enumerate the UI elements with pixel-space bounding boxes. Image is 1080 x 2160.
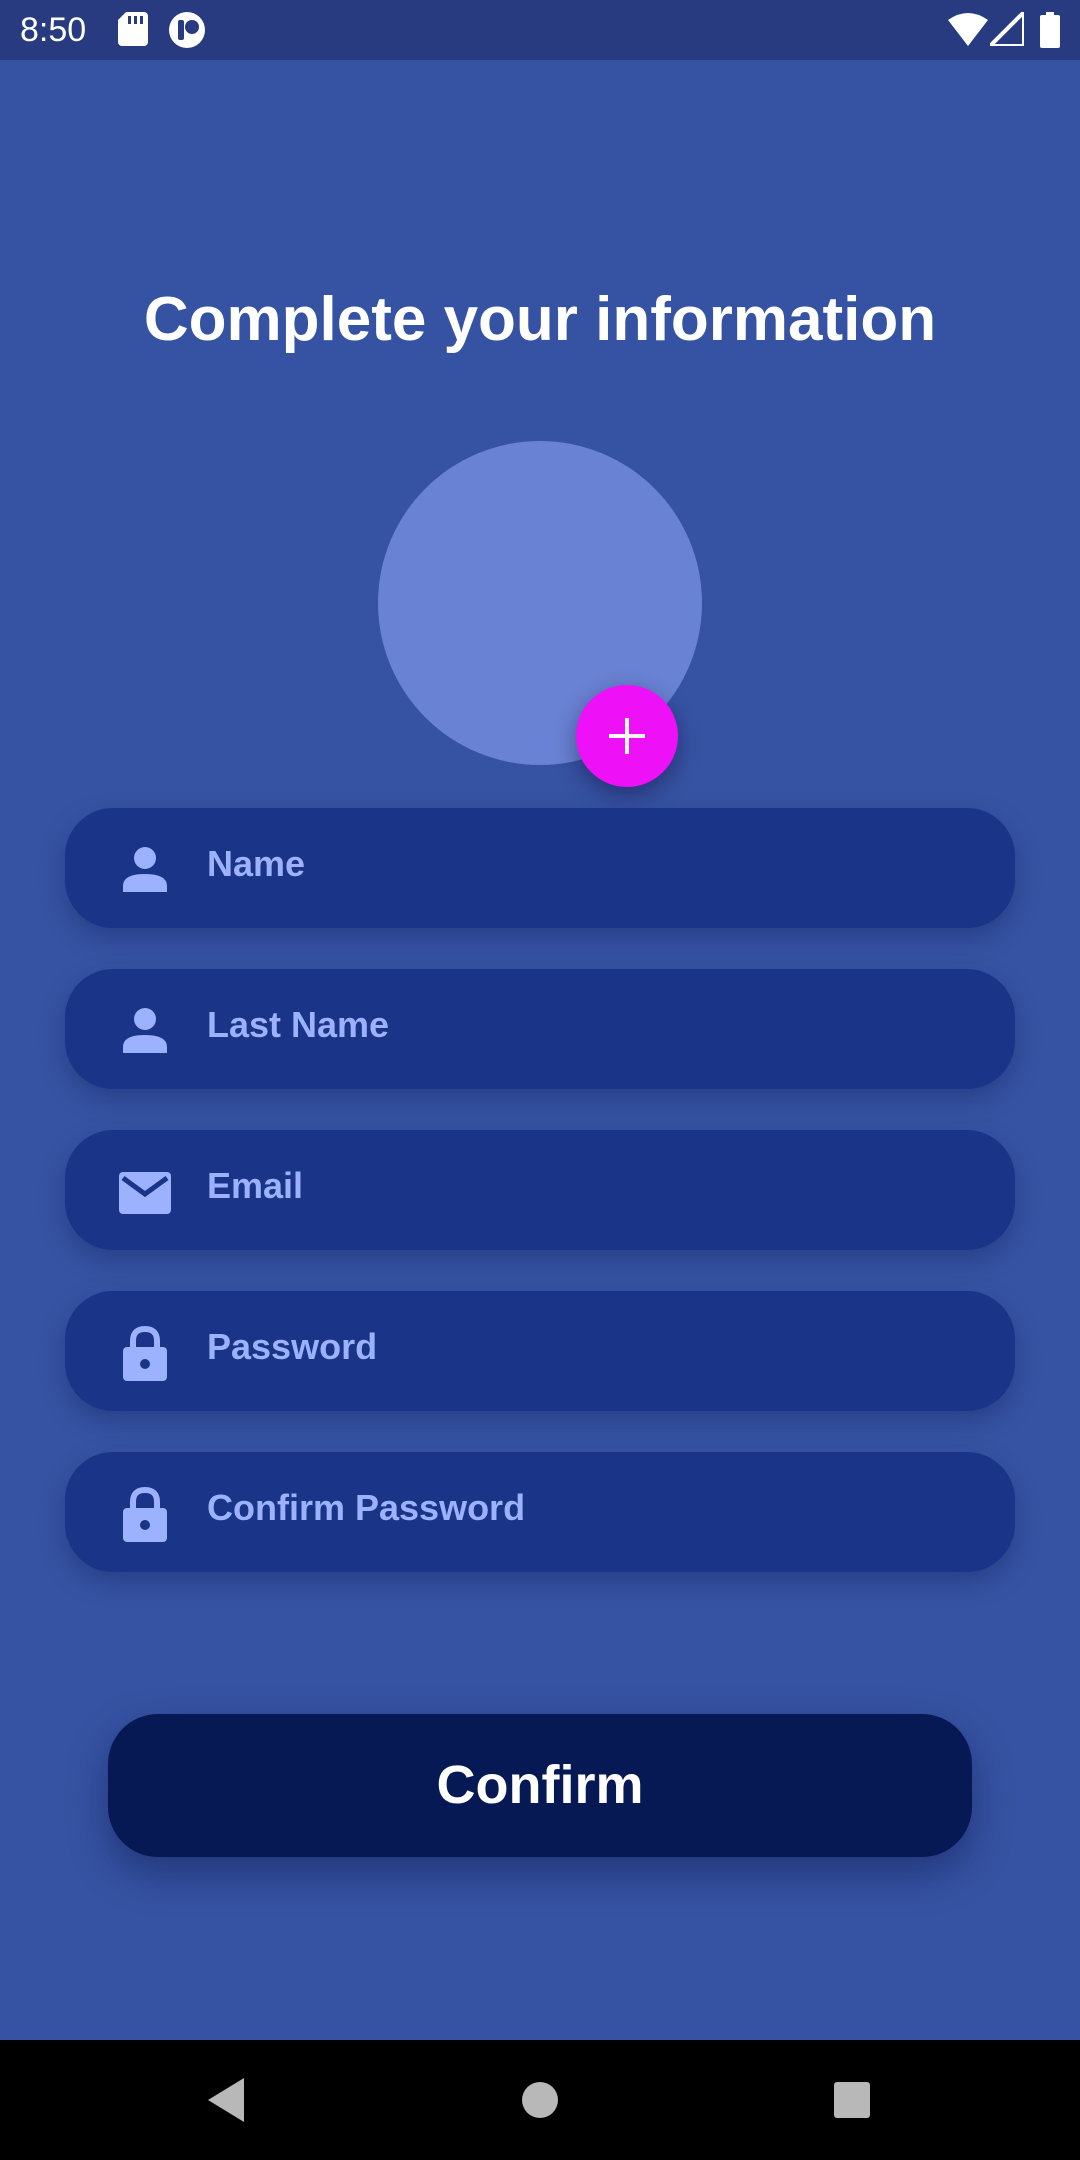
home-button[interactable]	[500, 2060, 580, 2140]
wifi-icon	[948, 12, 988, 51]
password-placeholder: Password	[207, 1326, 378, 1367]
confirm-button-label: Confirm	[436, 1755, 644, 1815]
last-name-placeholder: Last Name	[207, 1004, 390, 1045]
home-icon	[522, 2082, 558, 2118]
confirm-button[interactable]: Confirm	[108, 1714, 972, 1857]
last-name-field[interactable]: Last Name	[65, 969, 1015, 1089]
email-icon	[119, 1172, 171, 1214]
app-notification-icon	[168, 11, 206, 54]
navigation-bar	[0, 2040, 1080, 2160]
recents-icon	[834, 2082, 870, 2118]
status-bar: 8:50	[0, 0, 1080, 60]
name-placeholder: Name	[207, 843, 306, 884]
add-photo-button[interactable]	[576, 685, 678, 787]
lock-icon	[123, 1486, 167, 1542]
person-icon	[123, 847, 167, 892]
back-button[interactable]	[186, 2060, 266, 2140]
battery-icon	[1040, 12, 1060, 53]
cell-signal-icon	[985, 7, 1026, 51]
name-field[interactable]: Name	[65, 808, 1015, 928]
plus-icon	[609, 718, 645, 754]
back-icon	[208, 2078, 244, 2122]
recents-button[interactable]	[812, 2060, 892, 2140]
confirm-password-field[interactable]: Confirm Password	[65, 1452, 1015, 1572]
confirm-password-placeholder: Confirm Password	[207, 1487, 526, 1528]
sd-card-icon	[118, 12, 148, 51]
person-icon	[123, 1008, 167, 1053]
email-placeholder: Email	[207, 1165, 304, 1206]
password-field[interactable]: Password	[65, 1291, 1015, 1411]
status-time: 8:50	[20, 11, 87, 49]
lock-icon	[123, 1325, 167, 1381]
page-title: Complete your information	[143, 285, 937, 354]
email-field[interactable]: Email	[65, 1130, 1015, 1250]
